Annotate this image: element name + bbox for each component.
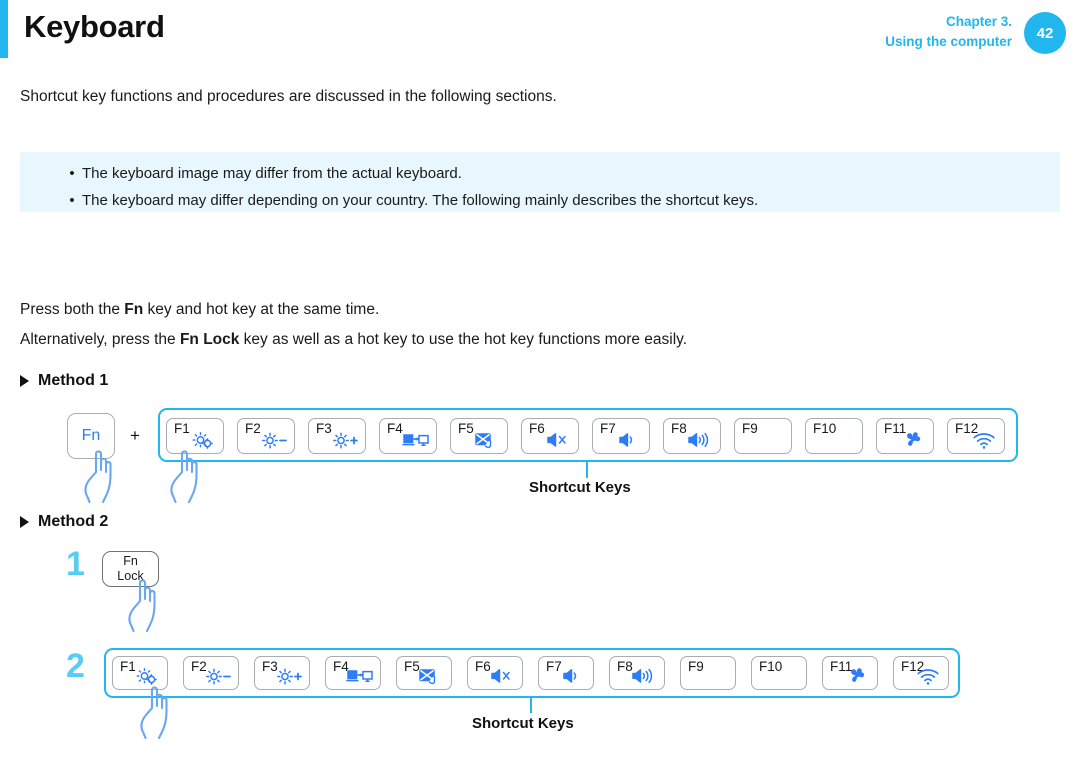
triangle-bullet-icon — [20, 516, 29, 528]
chapter-info: Chapter 3. Using the computer — [885, 12, 1012, 51]
function-key-f3[interactable]: F3 — [308, 418, 366, 454]
function-key-f2-label: F2 — [245, 421, 261, 436]
note-item-text: The keyboard image may differ from the a… — [82, 165, 462, 182]
wireless-icon — [971, 430, 997, 450]
function-key-f7[interactable]: F7 — [592, 418, 650, 454]
brightness-down-icon — [261, 430, 287, 450]
pointing-hand-icon — [116, 577, 172, 633]
volume-down-icon — [616, 430, 642, 450]
paragraph-2-post: key as well as a hot key to use the hot … — [239, 331, 688, 348]
method-1-heading: Method 1 — [20, 372, 108, 390]
note-item: • The keyboard may differ depending on y… — [20, 187, 1060, 214]
pointing-hand-icon — [72, 448, 128, 504]
function-key-f1-label: F1 — [174, 421, 190, 436]
fn-lock-key-mention: Fn Lock — [179, 331, 240, 348]
function-key-f12[interactable]: F12 — [947, 418, 1005, 454]
function-key-f10[interactable]: F10 — [805, 418, 863, 454]
fn-key-label: Fn — [81, 427, 101, 444]
mute-icon — [545, 430, 571, 450]
function-key-f2[interactable]: F2 — [183, 656, 239, 690]
function-key-f4[interactable]: F4 — [325, 656, 381, 690]
settings-gear-icon — [134, 666, 160, 686]
bullet-icon: • — [69, 192, 75, 209]
shortcut-keys-callout-label: Shortcut Keys — [529, 479, 631, 496]
brightness-up-icon — [332, 430, 358, 450]
function-key-f8[interactable]: F8 — [609, 656, 665, 690]
fan-silent-mode-icon — [844, 666, 870, 686]
note-item: • The keyboard image may differ from the… — [20, 160, 1060, 187]
function-key-f11[interactable]: F11 — [876, 418, 934, 454]
touchpad-off-icon — [418, 666, 444, 686]
note-item-text: The keyboard may differ depending on you… — [82, 192, 759, 209]
function-key-f6-label: F6 — [529, 421, 545, 436]
wireless-icon — [915, 666, 941, 686]
touchpad-off-icon — [474, 430, 500, 450]
step-2-number: 2 — [66, 647, 85, 685]
function-key-f8-label: F8 — [671, 421, 687, 436]
pointing-hand-icon — [158, 448, 214, 504]
paragraph-1-pre: Press both the — [20, 301, 125, 318]
function-key-f2[interactable]: F2 — [237, 418, 295, 454]
intro-text: Shortcut key functions and procedures ar… — [20, 88, 557, 105]
shortcut-keys-callout-label: Shortcut Keys — [472, 715, 574, 732]
brightness-down-icon — [205, 666, 231, 686]
function-key-f9[interactable]: F9 — [680, 656, 736, 690]
function-key-f5[interactable]: F5 — [396, 656, 452, 690]
callout-connector-line — [530, 698, 533, 713]
function-key-f12[interactable]: F12 — [893, 656, 949, 690]
instruction-paragraph-1: Press both the Fn key and hot key at the… — [20, 301, 379, 319]
plus-symbol: + — [130, 426, 140, 445]
fn-lock-key-line-1: Fn — [123, 554, 138, 568]
function-key-f4[interactable]: F4 — [379, 418, 437, 454]
page-title: Keyboard — [24, 9, 165, 44]
method-2-heading: Method 2 — [20, 513, 108, 531]
mute-icon — [489, 666, 515, 686]
fn-key-mention: Fn — [124, 301, 144, 318]
step-1-number: 1 — [66, 545, 85, 583]
function-key-f5[interactable]: F5 — [450, 418, 508, 454]
external-display-icon — [402, 430, 429, 450]
volume-up-icon — [631, 666, 657, 686]
external-display-icon — [346, 666, 373, 686]
function-key-f6[interactable]: F6 — [521, 418, 579, 454]
chapter-name: Using the computer — [885, 33, 1012, 49]
method-2-label: Method 2 — [38, 513, 109, 530]
function-key-f10[interactable]: F10 — [751, 656, 807, 690]
instruction-paragraph-2: Alternatively, press the Fn Lock key as … — [20, 331, 687, 349]
chapter-number: Chapter 3. — [945, 14, 1012, 29]
document-page: Keyboard Chapter 3. Using the computer 4… — [0, 0, 1080, 766]
page-number-badge: 42 — [1024, 12, 1066, 54]
paragraph-1-post: key and hot key at the same time. — [143, 301, 380, 318]
function-key-f9-label: F9 — [742, 421, 758, 436]
header-accent-bar — [0, 0, 8, 58]
fan-silent-mode-icon — [900, 430, 926, 450]
function-key-f9-label: F9 — [688, 659, 704, 674]
settings-gear-icon — [190, 430, 216, 450]
callout-connector-line — [586, 462, 589, 478]
function-key-f3[interactable]: F3 — [254, 656, 310, 690]
function-key-f6[interactable]: F6 — [467, 656, 523, 690]
brightness-up-icon — [276, 666, 302, 686]
function-key-f11[interactable]: F11 — [822, 656, 878, 690]
function-key-f9[interactable]: F9 — [734, 418, 792, 454]
function-key-f7[interactable]: F7 — [538, 656, 594, 690]
volume-down-icon — [560, 666, 586, 686]
note-box: • The keyboard image may differ from the… — [20, 152, 1060, 212]
triangle-bullet-icon — [20, 375, 29, 387]
function-key-f10-label: F10 — [759, 659, 783, 674]
pointing-hand-icon — [128, 684, 184, 740]
function-key-f3-label: F3 — [316, 421, 332, 436]
function-key-f10-label: F10 — [813, 421, 837, 436]
function-key-f4-label: F4 — [387, 421, 403, 436]
function-key-f8[interactable]: F8 — [663, 418, 721, 454]
method-1-label: Method 1 — [38, 372, 109, 389]
volume-up-icon — [687, 430, 713, 450]
function-key-f7-label: F7 — [600, 421, 616, 436]
function-key-f5-label: F5 — [458, 421, 474, 436]
paragraph-2-pre: Alternatively, press the — [20, 331, 180, 348]
bullet-icon: • — [69, 165, 75, 182]
